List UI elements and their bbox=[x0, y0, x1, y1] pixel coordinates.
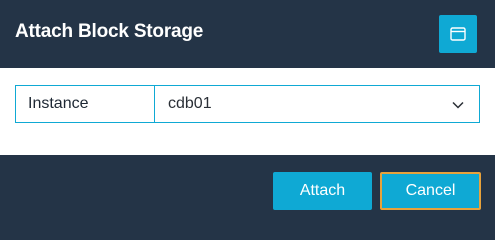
instance-label: Instance bbox=[28, 95, 89, 112]
instance-select[interactable]: cdb01 bbox=[155, 86, 479, 122]
attach-button[interactable]: Attach bbox=[273, 172, 372, 210]
instance-label-cell: Instance bbox=[16, 86, 155, 122]
dialog-body: Instance cdb01 bbox=[0, 68, 495, 155]
dialog-footer: Attach Cancel bbox=[0, 155, 495, 224]
cancel-button[interactable]: Cancel bbox=[380, 172, 481, 210]
maximize-button[interactable] bbox=[439, 15, 477, 53]
dialog-header: Attach Block Storage bbox=[0, 0, 495, 68]
instance-select-value: cdb01 bbox=[168, 95, 212, 112]
attach-block-storage-dialog: Attach Block Storage Instance cdb01 Atta… bbox=[0, 0, 495, 224]
instance-field: Instance cdb01 bbox=[15, 85, 480, 123]
chevron-down-icon bbox=[452, 101, 464, 109]
window-icon bbox=[450, 27, 466, 41]
dialog-title: Attach Block Storage bbox=[15, 21, 204, 42]
